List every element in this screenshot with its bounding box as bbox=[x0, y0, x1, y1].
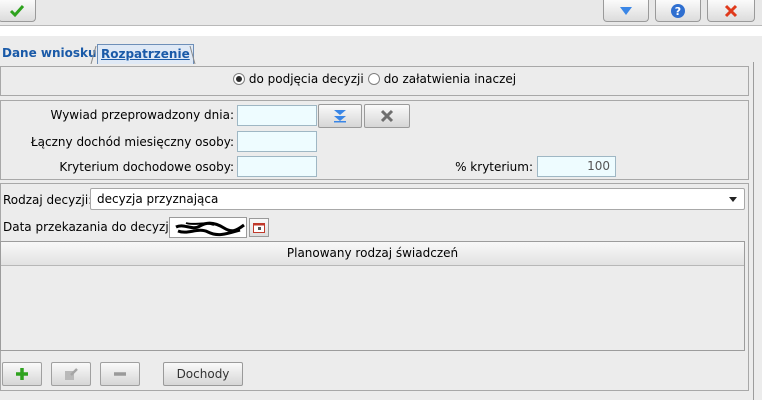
radio-decision-label: do podjęcia decyzji bbox=[248, 72, 364, 86]
edit-button[interactable] bbox=[51, 362, 91, 386]
benefits-table: Planowany rodzaj świadczeń bbox=[0, 241, 745, 351]
add-button[interactable] bbox=[2, 362, 42, 386]
income-button-label: Dochody bbox=[176, 367, 230, 381]
transfer-date-field[interactable] bbox=[169, 217, 247, 238]
decision-type-value: decyzja przyznająca bbox=[97, 192, 219, 206]
filter-button[interactable] bbox=[603, 0, 649, 22]
interview-date-picker-button[interactable] bbox=[318, 104, 362, 128]
close-icon bbox=[724, 4, 738, 17]
edit-icon bbox=[65, 368, 78, 380]
interview-date-field[interactable] bbox=[237, 105, 317, 126]
add-icon bbox=[16, 368, 28, 380]
criterion-percent-field[interactable]: 100 bbox=[537, 156, 616, 177]
confirm-button[interactable] bbox=[0, 0, 36, 22]
check-icon bbox=[9, 4, 25, 17]
radio-other[interactable] bbox=[367, 73, 380, 85]
svg-text:?: ? bbox=[675, 5, 681, 18]
remove-icon bbox=[114, 372, 126, 376]
redacted-scribble bbox=[175, 221, 245, 237]
close-button[interactable] bbox=[707, 0, 755, 22]
income-field[interactable] bbox=[237, 131, 317, 152]
transfer-date-label: Data przekazania do decyzji: bbox=[3, 220, 177, 234]
radio-other-label: do załatwienia inaczej bbox=[383, 72, 517, 86]
help-button[interactable]: ? bbox=[655, 0, 701, 22]
clear-icon bbox=[380, 109, 394, 123]
tab-rozpatrzenie[interactable]: Rozpatrzenie bbox=[97, 44, 194, 64]
date-down-icon bbox=[334, 110, 346, 123]
interview-date-label: Wywiad przeprowadzony dnia: bbox=[50, 108, 234, 122]
filter-down-icon bbox=[620, 6, 632, 15]
decision-mode-radios: do podjęcia decyzji do załatwienia inacz… bbox=[0, 72, 749, 86]
criterion-label: Kryterium dochodowe osoby: bbox=[59, 160, 234, 174]
decision-type-select[interactable]: decyzja przyznająca bbox=[90, 188, 745, 210]
criterion-percent-label: % kryterium: bbox=[455, 160, 533, 174]
chevron-down-icon bbox=[729, 197, 737, 202]
benefits-table-body[interactable] bbox=[1, 266, 744, 350]
interview-date-clear-button[interactable] bbox=[364, 104, 410, 128]
calendar-button[interactable] bbox=[249, 218, 269, 237]
tab-separator bbox=[189, 45, 196, 64]
income-button[interactable]: Dochody bbox=[163, 362, 243, 386]
remove-button[interactable] bbox=[100, 362, 140, 386]
help-icon: ? bbox=[671, 3, 685, 18]
tab-dane-wniosku[interactable]: Dane wniosku bbox=[0, 44, 100, 64]
decision-type-label: Rodzaj decyzji: bbox=[3, 193, 93, 207]
radio-decision[interactable] bbox=[232, 73, 245, 85]
criterion-field[interactable] bbox=[237, 156, 317, 177]
benefits-table-header: Planowany rodzaj świadczeń bbox=[1, 242, 744, 266]
income-label: Łączny dochód miesięczny osoby: bbox=[30, 135, 234, 149]
toolbar: ? bbox=[0, 0, 762, 26]
calendar-icon bbox=[253, 223, 265, 233]
